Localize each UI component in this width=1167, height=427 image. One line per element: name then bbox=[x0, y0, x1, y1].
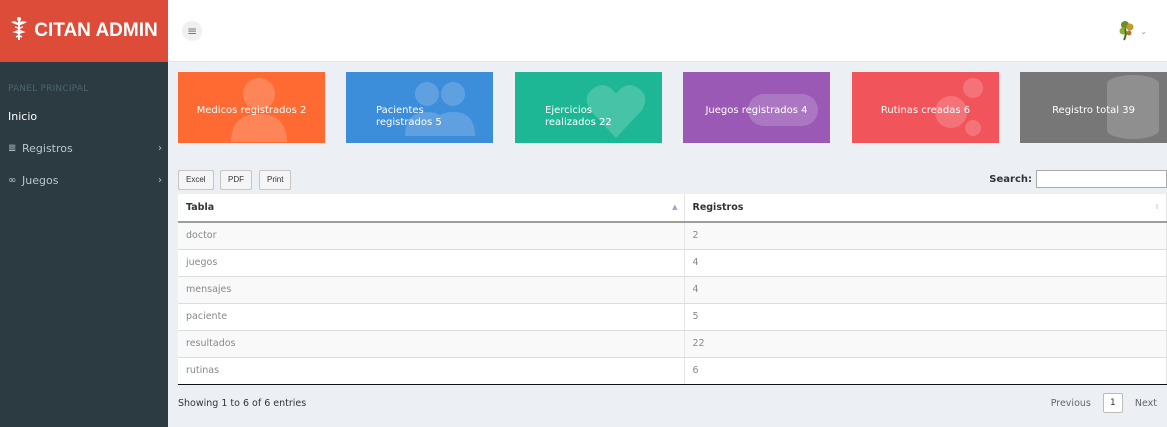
chevron-right-icon: › bbox=[158, 174, 162, 186]
pdf-export-button[interactable]: PDF bbox=[220, 170, 252, 190]
chevron-down-icon[interactable]: ⌄ bbox=[1140, 27, 1147, 36]
gamepad-icon: ∞ bbox=[8, 174, 17, 186]
table-cell: 4 bbox=[684, 276, 1167, 304]
sort-asc-icon: ▲ bbox=[672, 203, 678, 211]
stat-box-total[interactable]: Registro total 39 bbox=[1020, 72, 1167, 143]
sidebar-item-juegos[interactable]: ∞ Juegos › bbox=[0, 164, 168, 196]
table-cell: paciente bbox=[178, 303, 685, 331]
previous-page-button[interactable]: Previous bbox=[1051, 398, 1091, 409]
pagination: Previous 1 Next bbox=[1051, 393, 1157, 413]
page-1-button[interactable]: 1 bbox=[1102, 393, 1123, 413]
user-avatar-icon[interactable] bbox=[1117, 20, 1137, 42]
sidebar-item-label: Registros bbox=[22, 141, 73, 155]
table-cell: 22 bbox=[684, 330, 1167, 358]
stat-box-label: Registro total 39 bbox=[1052, 105, 1135, 116]
search-input[interactable] bbox=[1036, 170, 1167, 188]
search-box: Search: bbox=[989, 170, 1167, 188]
print-button[interactable]: Print bbox=[259, 170, 292, 190]
sidebar-item-label: Juegos bbox=[22, 173, 59, 187]
chevron-right-icon: › bbox=[158, 142, 162, 154]
sidebar-item-registros[interactable]: ≣ Registros › bbox=[0, 132, 168, 164]
main-content: Medicos registrados 2 Pacientes registra… bbox=[168, 62, 1167, 427]
stat-box-label: Rutinas creadas 6 bbox=[880, 105, 971, 116]
sort-both-icon: ⇕ bbox=[1154, 203, 1160, 211]
column-header-registros[interactable]: Registros ⇕ bbox=[684, 194, 1167, 223]
table-row: juegos 4 bbox=[178, 249, 1167, 277]
brand-title: CITAN ADMIN bbox=[34, 20, 158, 41]
stat-box-label: Ejercicios realizados 22 bbox=[545, 105, 612, 128]
table-cell: juegos bbox=[178, 249, 685, 277]
sidebar-item-inicio[interactable]: Inicio bbox=[0, 100, 168, 132]
table-cell: resultados bbox=[178, 330, 685, 358]
stat-box-medicos[interactable]: Medicos registrados 2 bbox=[178, 72, 325, 143]
top-navbar: ≡ ⌄ bbox=[168, 0, 1167, 62]
table-row: paciente 5 bbox=[178, 303, 1167, 331]
stat-box-pacientes[interactable]: Pacientes registrados 5 bbox=[346, 72, 493, 143]
sidebar-item-label: Inicio bbox=[8, 109, 38, 123]
table-cell: doctor bbox=[178, 222, 685, 250]
sidebar-header: PANEL PRINCIPAL bbox=[8, 84, 89, 94]
table-row: mensajes 4 bbox=[178, 276, 1167, 304]
sidebar: PANEL PRINCIPAL Inicio ≣ Registros › ∞ J… bbox=[0, 62, 168, 427]
column-header-tabla[interactable]: Tabla ▲ bbox=[178, 194, 685, 223]
table-row: doctor 2 bbox=[178, 222, 1167, 250]
table-cell: 6 bbox=[684, 357, 1167, 385]
stat-boxes: Medicos registrados 2 Pacientes registra… bbox=[178, 72, 1167, 144]
user-menu[interactable]: ⌄ bbox=[1117, 20, 1147, 42]
table-cell: 2 bbox=[684, 222, 1167, 250]
table-row: resultados 22 bbox=[178, 330, 1167, 358]
hamburger-icon[interactable]: ≡ bbox=[182, 21, 202, 41]
excel-export-button[interactable]: Excel bbox=[178, 170, 214, 190]
stat-box-label: Pacientes registrados 5 bbox=[376, 105, 442, 128]
stat-box-label: Medicos registrados 2 bbox=[196, 105, 307, 116]
caduceus-icon bbox=[10, 17, 28, 45]
stat-box-label: Juegos registrados 4 bbox=[705, 105, 808, 116]
brand-logo[interactable]: CITAN ADMIN bbox=[0, 0, 168, 62]
table-cell: mensajes bbox=[178, 276, 685, 304]
search-label: Search: bbox=[989, 173, 1032, 185]
database-icon: ≣ bbox=[8, 142, 17, 154]
table-cell: rutinas bbox=[178, 357, 685, 385]
stat-box-rutinas[interactable]: Rutinas creadas 6 bbox=[852, 72, 999, 143]
stat-box-juegos[interactable]: Juegos registrados 4 bbox=[683, 72, 830, 143]
table-cell: 5 bbox=[684, 303, 1167, 331]
records-table: Tabla ▲ Registros ⇕ doctor 2 juegos 4 me… bbox=[178, 194, 1167, 385]
table-row: rutinas 6 bbox=[178, 357, 1167, 385]
table-cell: 4 bbox=[684, 249, 1167, 277]
next-page-button[interactable]: Next bbox=[1135, 398, 1157, 409]
stat-box-ejercicios[interactable]: Ejercicios realizados 22 bbox=[515, 72, 662, 143]
table-info: Showing 1 to 6 of 6 entries bbox=[178, 398, 307, 409]
